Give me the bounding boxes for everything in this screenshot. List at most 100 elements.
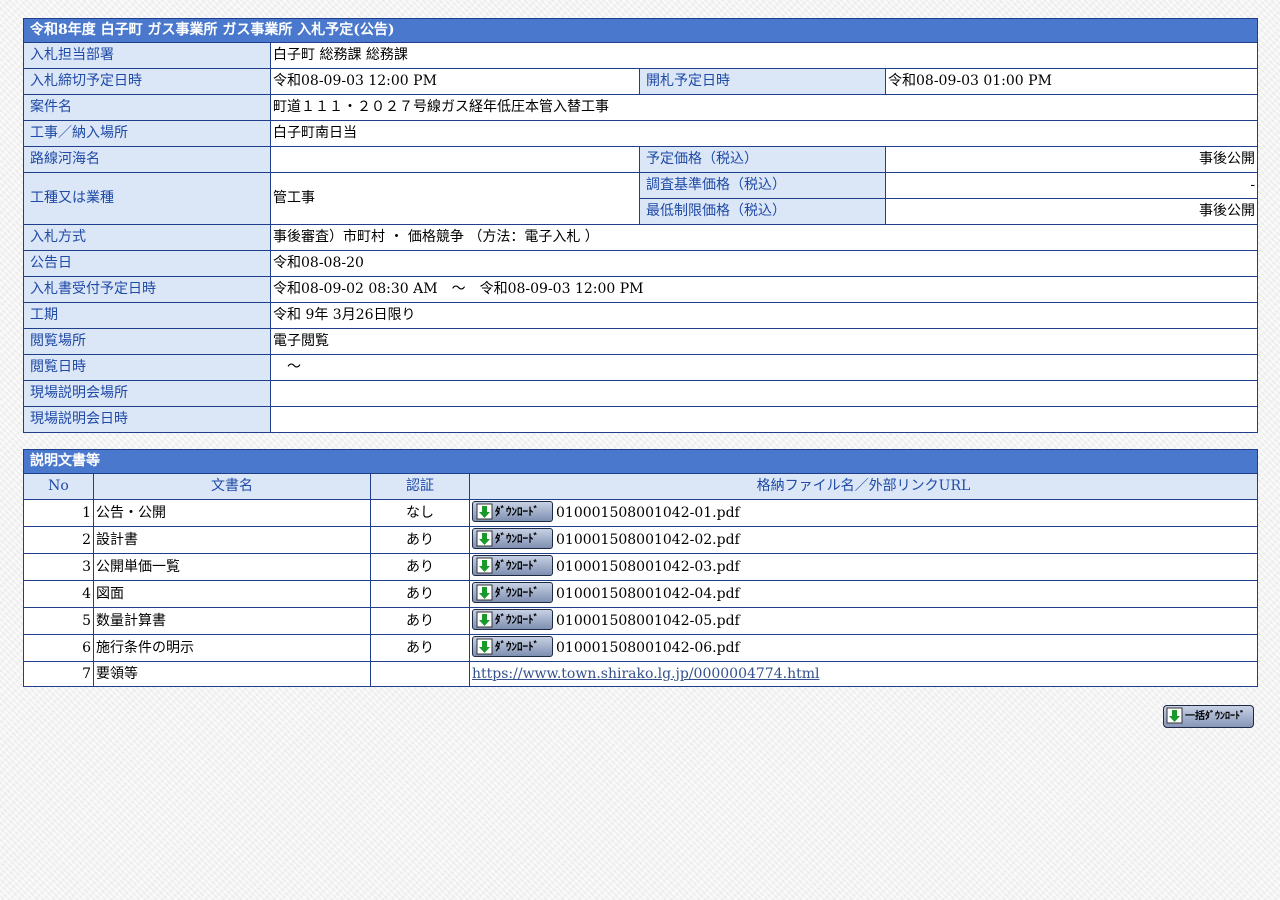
file-name: 010001508001042-04.pdf (556, 586, 740, 602)
link-row-name: 要領等 (93, 661, 371, 687)
table-row: 1 公告・公開 なし ﾀﾞｳﾝﾛｰﾄﾞ 010001508001042-01.pdf (23, 499, 1258, 527)
method-label: 入札方式 (23, 224, 271, 251)
deadline-label: 入札締切予定日時 (23, 68, 271, 95)
doc-auth: あり (370, 580, 470, 608)
file-name: 010001508001042-01.pdf (556, 505, 740, 521)
work-period-label: 工期 (23, 302, 271, 329)
route-value (270, 146, 640, 173)
bulk-download-button[interactable]: 一括ﾀﾞｳﾝﾛｰﾄﾞ (1163, 705, 1254, 728)
site-place-label: 現場説明会場所 (23, 380, 271, 407)
doc-name: 設計書 (93, 526, 371, 554)
planned-price-label: 予定価格（税込） (639, 146, 886, 173)
doc-auth: あり (370, 607, 470, 635)
table-row: 4 図面 あり ﾀﾞｳﾝﾛｰﾄﾞ 010001508001042-04.pdf (23, 580, 1258, 608)
doc-file-cell: ﾀﾞｳﾝﾛｰﾄﾞ 010001508001042-06.pdf (469, 634, 1258, 662)
download-icon (476, 503, 493, 519)
download-label: ﾀﾞｳﾝﾛｰﾄﾞ (495, 639, 539, 653)
type-label: 工種又は業種 (23, 172, 271, 225)
documents-rows: 1 公告・公開 なし ﾀﾞｳﾝﾛｰﾄﾞ 010001508001042-01.pdf 2 設… (23, 499, 1258, 662)
accept-period-label: 入札書受付予定日時 (23, 276, 271, 303)
doc-auth: あり (370, 634, 470, 662)
download-label: ﾀﾞｳﾝﾛｰﾄﾞ (495, 612, 539, 626)
view-place-value: 電子閲覧 (269, 328, 1259, 355)
doc-file-cell: ﾀﾞｳﾝﾛｰﾄﾞ 010001508001042-03.pdf (469, 553, 1258, 581)
doc-name: 数量計算書 (93, 607, 371, 635)
download-label: ﾀﾞｳﾝﾛｰﾄﾞ (495, 531, 539, 545)
download-icon (476, 557, 493, 573)
download-label: ﾀﾞｳﾝﾛｰﾄﾞ (495, 585, 539, 599)
opening-value: 令和08-09-03 01:00 PM (884, 68, 1259, 95)
file-name: 010001508001042-05.pdf (556, 613, 740, 629)
bid-info-table: 令和8年度 白子町 ガス事業所 ガス事業所 入札予定(公告) 入札担当部署 白子… (22, 18, 1259, 433)
download-button[interactable]: ﾀﾞｳﾝﾛｰﾄﾞ (472, 635, 553, 657)
type-value: 管工事 (270, 172, 640, 225)
page-title: 令和8年度 白子町 ガス事業所 ガス事業所 入札予定(公告) (22, 18, 1259, 43)
notice-date-label: 公告日 (23, 250, 271, 277)
site-place-value (269, 380, 1259, 407)
notice-date-value: 令和08-08-20 (269, 250, 1259, 277)
link-row-no: 7 (23, 661, 94, 687)
doc-no: 4 (23, 580, 94, 608)
table-row: 6 施行条件の明示 あり ﾀﾞｳﾝﾛｰﾄﾞ 010001508001042-06.pdf (23, 634, 1258, 662)
opening-label: 開札予定日時 (639, 68, 886, 95)
link-row-auth (370, 661, 470, 687)
bulk-download-label: 一括ﾀﾞｳﾝﾛｰﾄﾞ (1185, 711, 1245, 722)
download-button[interactable]: ﾀﾞｳﾝﾛｰﾄﾞ (472, 527, 553, 549)
doc-file-cell: ﾀﾞｳﾝﾛｰﾄﾞ 010001508001042-01.pdf (469, 499, 1258, 527)
download-button[interactable]: ﾀﾞｳﾝﾛｰﾄﾞ (472, 500, 553, 522)
doc-auth: あり (370, 553, 470, 581)
col-header-auth: 認証 (370, 473, 470, 500)
method-value: 事後審査）市町村 ・ 価格競争 （方法：電子入札 ） (269, 224, 1259, 251)
min-price-value: 事後公開 (884, 198, 1259, 225)
accept-period-value: 令和08-09-02 08:30 AM ～ 令和08-09-03 12:00 P… (269, 276, 1259, 303)
doc-no: 5 (23, 607, 94, 635)
download-button[interactable]: ﾀﾞｳﾝﾛｰﾄﾞ (472, 554, 553, 576)
place-label: 工事／納入場所 (23, 120, 271, 147)
doc-auth: あり (370, 526, 470, 554)
col-header-file: 格納ファイル名／外部リンクURL (469, 473, 1258, 500)
view-date-value: ～ (269, 354, 1259, 381)
download-icon (1166, 707, 1183, 724)
doc-auth: なし (370, 499, 470, 527)
link-row-url-cell: https://www.town.shirako.lg.jp/000000477… (469, 661, 1258, 687)
doc-no: 2 (23, 526, 94, 554)
survey-price-label: 調査基準価格（税込） (639, 172, 886, 199)
file-name: 010001508001042-06.pdf (556, 640, 740, 656)
external-link[interactable]: https://www.town.shirako.lg.jp/000000477… (472, 666, 819, 682)
download-icon (476, 530, 493, 546)
dept-label: 入札担当部署 (23, 42, 271, 69)
download-icon (476, 584, 493, 600)
doc-no: 3 (23, 553, 94, 581)
download-label: ﾀﾞｳﾝﾛｰﾄﾞ (495, 504, 539, 518)
doc-file-cell: ﾀﾞｳﾝﾛｰﾄﾞ 010001508001042-04.pdf (469, 580, 1258, 608)
view-date-label: 閲覧日時 (23, 354, 271, 381)
download-icon (476, 611, 493, 627)
doc-name: 公開単価一覧 (93, 553, 371, 581)
doc-no: 6 (23, 634, 94, 662)
doc-file-cell: ﾀﾞｳﾝﾛｰﾄﾞ 010001508001042-05.pdf (469, 607, 1258, 635)
deadline-value: 令和08-09-03 12:00 PM (270, 68, 640, 95)
download-button[interactable]: ﾀﾞｳﾝﾛｰﾄﾞ (472, 581, 553, 603)
table-row: 2 設計書 あり ﾀﾞｳﾝﾛｰﾄﾞ 010001508001042-02.pdf (23, 526, 1258, 554)
case-label: 案件名 (23, 94, 271, 121)
col-header-name: 文書名 (93, 473, 371, 500)
download-icon (476, 638, 493, 654)
site-date-label: 現場説明会日時 (23, 406, 271, 433)
doc-file-cell: ﾀﾞｳﾝﾛｰﾄﾞ 010001508001042-02.pdf (469, 526, 1258, 554)
place-value: 白子町南日当 (269, 120, 1259, 147)
route-label: 路線河海名 (23, 146, 271, 173)
download-button[interactable]: ﾀﾞｳﾝﾛｰﾄﾞ (472, 608, 553, 630)
view-place-label: 閲覧場所 (23, 328, 271, 355)
table-row: 5 数量計算書 あり ﾀﾞｳﾝﾛｰﾄﾞ 010001508001042-05.pdf (23, 607, 1258, 635)
min-price-label: 最低制限価格（税込） (639, 198, 886, 225)
file-name: 010001508001042-03.pdf (556, 559, 740, 575)
planned-price-value: 事後公開 (884, 146, 1259, 173)
file-name: 010001508001042-02.pdf (556, 532, 740, 548)
doc-name: 図面 (93, 580, 371, 608)
download-label: ﾀﾞｳﾝﾛｰﾄﾞ (495, 558, 539, 572)
documents-table: 説明文書等 No 文書名 認証 格納ファイル名／外部リンクURL 1 公告・公開な… (23, 449, 1258, 687)
documents-title: 説明文書等 (23, 449, 1258, 474)
doc-name: 公告・公開 (93, 499, 371, 527)
work-period-value: 令和 9年 3月26日限り (269, 302, 1259, 329)
dept-value: 白子町 総務課 総務課 (269, 42, 1259, 69)
